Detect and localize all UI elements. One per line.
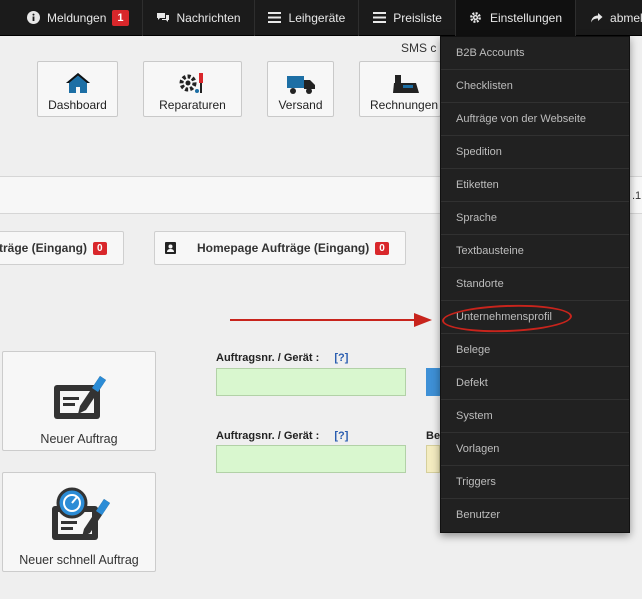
repair-tools-icon — [179, 73, 203, 93]
homepage-auftraege-badge: 0 — [375, 241, 389, 255]
search-label-1: Auftragsnr. / Gerät : [?] — [216, 352, 348, 364]
nav-nachrichten-label: Nachrichten — [176, 10, 241, 25]
versand-tile-label: Versand — [278, 98, 323, 112]
auftragsnr-input-1[interactable] — [216, 368, 406, 396]
nav-preisliste-label: Preisliste — [393, 10, 442, 25]
neuer-schnell-auftrag-button[interactable]: Neuer schnell Auftrag — [2, 472, 156, 572]
nav-einstellungen-label: Einstellungen — [489, 10, 563, 25]
reparaturen-tile-label: Reparaturen — [159, 98, 226, 112]
menu-item-b2b-accounts[interactable]: B2B Accounts — [441, 37, 629, 70]
rechnungen-tile-label: Rechnungen — [370, 98, 439, 112]
menu-item-auftraege-webseite[interactable]: Aufträge von der Webseite — [441, 103, 629, 136]
menu-item-textbausteine[interactable]: Textbausteine — [441, 235, 629, 268]
search-label-2-text: Auftragsnr. / Gerät : — [216, 430, 320, 442]
menu-item-standorte[interactable]: Standorte — [441, 268, 629, 301]
tab-homepage-auftraege-label: Homepage Aufträge (Eingang) — [197, 241, 370, 255]
nav-meldungen[interactable]: Meldungen 1 — [0, 0, 143, 36]
home-icon — [65, 73, 90, 93]
neuer-schnell-auftrag-label: Neuer schnell Auftrag — [19, 553, 139, 567]
dashboard-tile-label: Dashboard — [48, 98, 107, 112]
nav-abmelden[interactable]: abmelden — [576, 0, 642, 36]
nav-nachrichten[interactable]: Nachrichten — [143, 0, 255, 36]
cash-register-icon — [393, 75, 419, 93]
einstellungen-dropdown-menu: B2B Accounts Checklisten Aufträge von de… — [440, 36, 630, 533]
sms-header-text: SMS c — [401, 41, 437, 55]
versand-tile[interactable]: Versand — [267, 61, 334, 117]
menu-item-checklisten[interactable]: Checklisten — [441, 70, 629, 103]
contact-card-icon — [165, 242, 176, 254]
top-navbar: Meldungen 1 Nachrichten Leihgeräte Preis… — [0, 0, 642, 36]
nav-leihgeraete-label: Leihgeräte — [288, 10, 346, 25]
yellow-input-partial[interactable] — [426, 445, 440, 473]
neuer-auftrag-button[interactable]: Neuer Auftrag — [2, 351, 156, 451]
quick-order-gauge-icon — [52, 487, 110, 540]
search-label-1-text: Auftragsnr. / Gerät : — [216, 352, 320, 364]
menu-item-spedition[interactable]: Spedition — [441, 136, 629, 169]
comments-icon — [156, 11, 170, 25]
meldungen-count-badge: 1 — [112, 9, 129, 26]
dashboard-tile[interactable]: Dashboard — [37, 61, 118, 117]
nav-abmelden-label: abmelden — [610, 10, 642, 25]
search-label-3: Be — [426, 430, 441, 442]
menu-item-belege[interactable]: Belege — [441, 334, 629, 367]
nav-meldungen-label: Meldungen — [47, 10, 107, 25]
gear-icon — [469, 11, 483, 25]
new-order-pen-icon — [54, 376, 106, 419]
tab-homepage-auftraege[interactable]: Homepage Aufträge (Eingang) 0 — [154, 231, 406, 265]
search-label-2: Auftragsnr. / Gerät : [?] — [216, 430, 348, 442]
help-link-2[interactable]: [?] — [334, 430, 348, 442]
nav-leihgeraete[interactable]: Leihgeräte — [255, 0, 360, 36]
menu-item-triggers[interactable]: Triggers — [441, 466, 629, 499]
truck-icon — [286, 76, 315, 94]
list-icon — [372, 11, 386, 25]
search-button-partial[interactable] — [426, 368, 440, 396]
auftragsnr-input-2[interactable] — [216, 445, 406, 473]
share-arrow-icon — [589, 11, 603, 25]
rechnungen-tile[interactable]: Rechnungen — [359, 61, 441, 117]
list-icon — [268, 11, 282, 25]
annotation-arrow — [230, 313, 432, 327]
neuer-auftrag-label: Neuer Auftrag — [40, 432, 118, 446]
help-link-1[interactable]: [?] — [334, 352, 348, 364]
auftraege-eingang-badge: 0 — [93, 241, 107, 255]
reparaturen-tile[interactable]: Reparaturen — [143, 61, 242, 117]
nav-einstellungen[interactable]: Einstellungen — [455, 0, 577, 36]
menu-item-sprache[interactable]: Sprache — [441, 202, 629, 235]
nav-preisliste[interactable]: Preisliste — [359, 0, 456, 36]
tab-auftraege-eingang-label: träge (Eingang) — [0, 241, 88, 255]
band-version-text: .1 — [632, 190, 642, 202]
info-icon — [26, 11, 40, 25]
tab-auftraege-eingang[interactable]: träge (Eingang) 0 — [0, 231, 124, 265]
menu-item-etiketten[interactable]: Etiketten — [441, 169, 629, 202]
menu-item-defekt[interactable]: Defekt — [441, 367, 629, 400]
menu-item-system[interactable]: System — [441, 400, 629, 433]
menu-item-vorlagen[interactable]: Vorlagen — [441, 433, 629, 466]
menu-item-benutzer[interactable]: Benutzer — [441, 499, 629, 532]
